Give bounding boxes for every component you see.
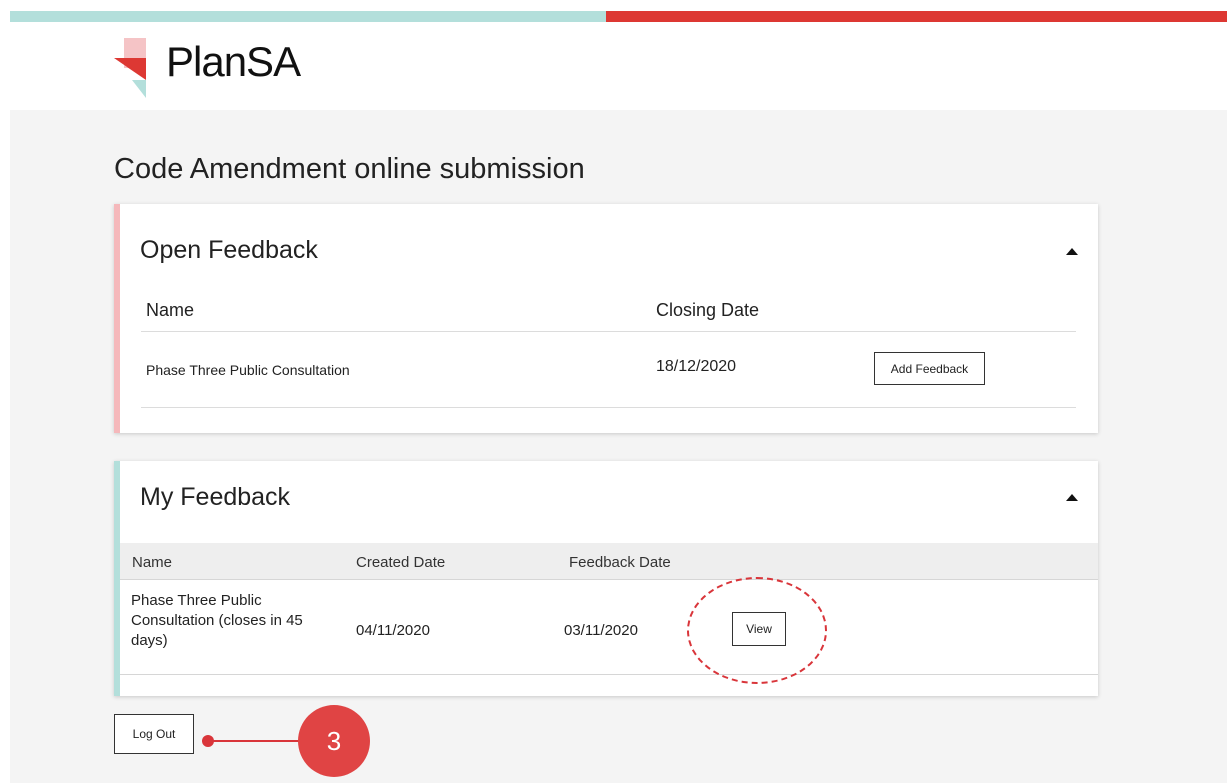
accent-bar-teal bbox=[10, 11, 606, 22]
accent-bar-red bbox=[606, 11, 1227, 22]
feedback-name-line: days) bbox=[131, 632, 168, 649]
add-feedback-button[interactable]: Add Feedback bbox=[874, 352, 985, 385]
created-date: 04/11/2020 bbox=[356, 622, 430, 639]
open-feedback-title: Open Feedback bbox=[140, 236, 318, 264]
feedback-name: Phase Three Public Consultation bbox=[146, 362, 350, 378]
callout-line bbox=[210, 740, 302, 742]
main-content: Code Amendment online submission Open Fe… bbox=[10, 110, 1227, 783]
collapse-caret-icon[interactable] bbox=[1066, 494, 1078, 501]
log-out-button[interactable]: Log Out bbox=[114, 714, 194, 754]
my-feedback-title: My Feedback bbox=[140, 483, 291, 511]
column-header-feedback-date: Feedback Date bbox=[569, 554, 671, 571]
collapse-caret-icon[interactable] bbox=[1066, 248, 1078, 255]
plansa-logo-icon[interactable] bbox=[114, 38, 158, 98]
table-divider bbox=[141, 407, 1076, 408]
page-title: Code Amendment online submission bbox=[114, 153, 585, 185]
open-feedback-panel: Open Feedback Name Closing Date Phase Th… bbox=[114, 204, 1098, 433]
table-divider bbox=[141, 331, 1076, 332]
brand-name[interactable]: PlanSA bbox=[166, 38, 301, 86]
column-header-name: Name bbox=[146, 300, 195, 320]
feedback-name-line: Phase Three Public bbox=[131, 592, 262, 609]
highlight-circle bbox=[687, 577, 827, 684]
site-header: PlanSA bbox=[0, 22, 1227, 110]
feedback-date: 03/11/2020 bbox=[564, 622, 638, 639]
feedback-name: Phase Three Public Consultation (closes … bbox=[131, 591, 303, 651]
step-number-badge: 3 bbox=[298, 705, 370, 777]
feedback-name-line: Consultation (closes in 45 bbox=[131, 612, 303, 629]
column-header-closing-date: Closing Date bbox=[656, 300, 760, 320]
table-header: Name Created Date Feedback Date bbox=[120, 543, 1098, 580]
closing-date: 18/12/2020 bbox=[656, 358, 737, 375]
column-header-created-date: Created Date bbox=[356, 554, 446, 571]
my-feedback-panel: My Feedback Name Created Date Feedback D… bbox=[114, 461, 1098, 696]
table-divider bbox=[120, 674, 1098, 675]
top-accent-bar bbox=[10, 11, 1227, 22]
column-header-name: Name bbox=[132, 554, 173, 571]
